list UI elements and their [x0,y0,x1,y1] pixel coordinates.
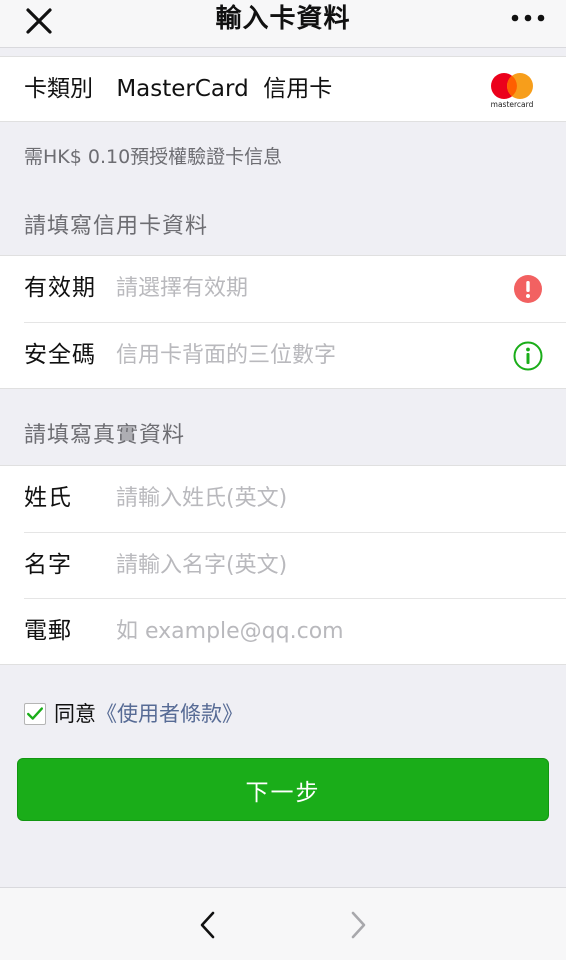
card-fields-group: 有效期 安全碼 [0,255,566,389]
chevron-left-icon[interactable] [196,910,220,940]
agreement-text: 同意《使用者條款》 [54,700,243,728]
email-row[interactable]: 電郵 [24,598,566,664]
surname-label: 姓氏 [24,485,72,511]
card-type-value: MasterCard 信用卡 [116,76,333,102]
mastercard-logo-icon: mastercard [491,73,534,109]
email-input[interactable] [116,613,486,649]
more-icon[interactable] [510,8,546,28]
card-section-title: 請填寫信用卡資料 [24,214,209,239]
card-type-row: 卡類別 MasterCard 信用卡 mastercard [0,56,566,122]
info-icon[interactable] [513,341,543,371]
page-title: 輸入卡資料 [215,4,351,34]
expiry-label: 有效期 [24,275,96,301]
next-step-button[interactable]: 下一步 [17,758,549,821]
terms-link[interactable]: 《使用者條款》 [96,702,243,726]
card-type-text: 卡類別 MasterCard 信用卡 [24,74,332,104]
alert-icon[interactable] [513,274,543,304]
card-type-label: 卡類別 [24,76,93,102]
given-name-input[interactable] [116,547,486,583]
security-code-row[interactable]: 安全碼 [24,322,566,388]
top-nav-bar: 輸入卡資料 [0,0,566,48]
email-label: 電郵 [24,618,72,644]
security-code-input[interactable] [116,337,486,373]
security-code-label: 安全碼 [24,342,96,368]
expiry-row[interactable]: 有效期 [0,256,566,322]
agree-checkbox[interactable] [24,703,46,725]
pre-auth-note: 需HK$ 0.10預授權驗證卡信息 [24,146,283,168]
checkmark-icon [26,707,43,720]
surname-input[interactable] [116,480,486,516]
identity-fields-group: 姓氏 名字 電郵 [0,465,566,665]
identity-section-title: 請填寫真實資料 [24,423,186,448]
given-name-label: 名字 [24,552,72,578]
chevron-right-icon[interactable] [346,910,370,940]
given-name-row[interactable]: 名字 [24,532,566,598]
expiry-input[interactable] [116,270,486,306]
bottom-nav-bar [0,887,566,960]
mastercard-logo-text: mastercard [491,100,534,109]
agree-label: 同意 [54,702,96,726]
surname-row[interactable]: 姓氏 [0,466,566,532]
